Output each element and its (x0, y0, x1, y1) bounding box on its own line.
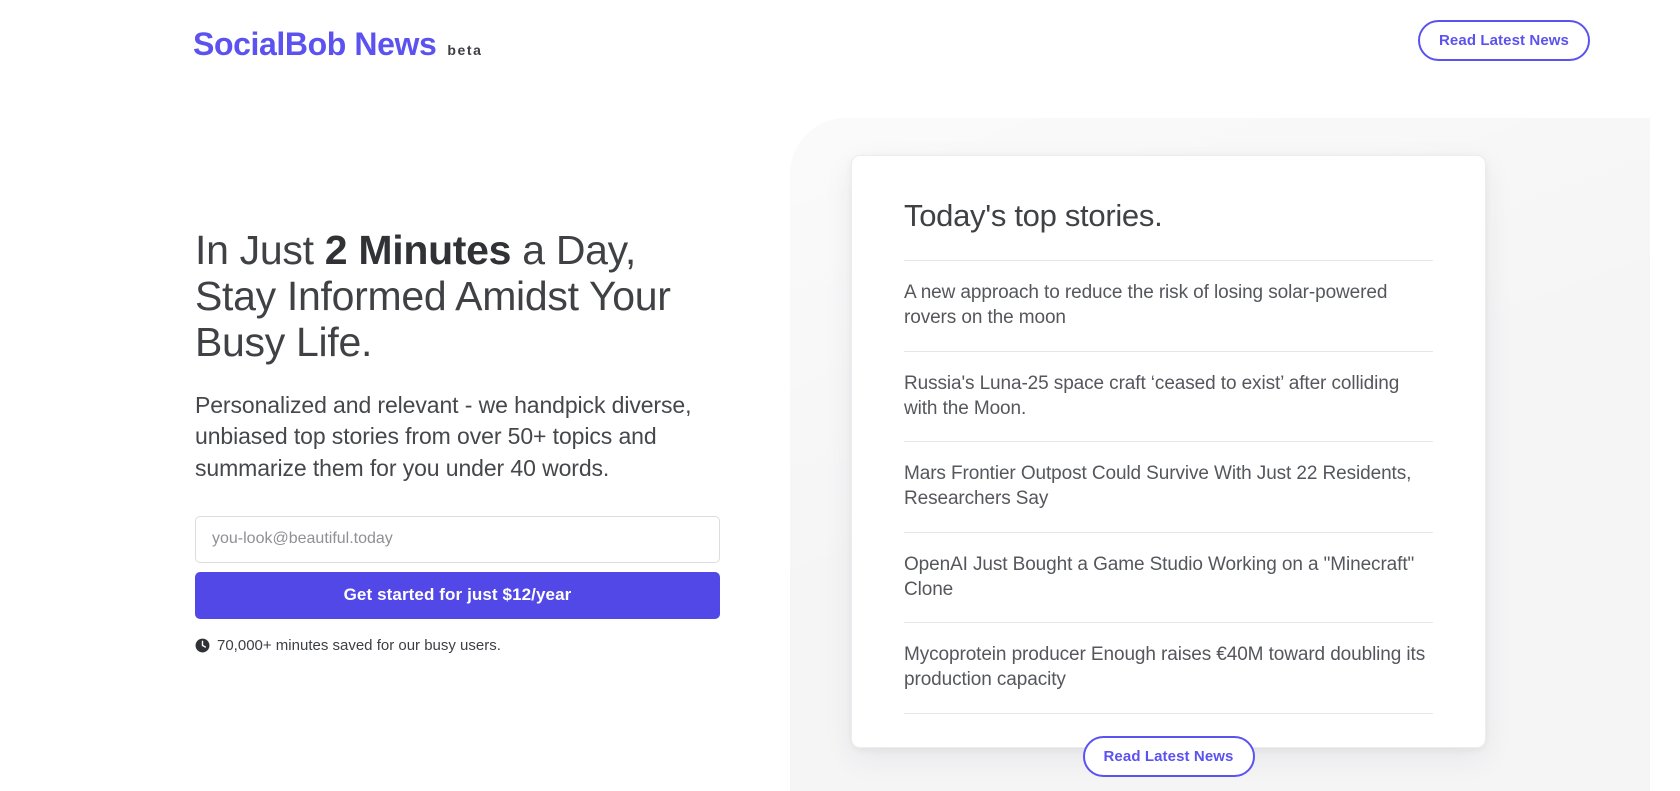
header-read-latest-news-button[interactable]: Read Latest News (1418, 20, 1590, 61)
brand-logo[interactable]: SocialBob News beta (193, 26, 483, 63)
hero-subtitle: Personalized and relevant - we handpick … (195, 391, 692, 482)
hero-section: In Just 2 Minutes a Day, Stay Informed A… (195, 227, 725, 654)
card-title: Today's top stories. (904, 198, 1433, 261)
email-field[interactable] (195, 515, 720, 563)
list-item[interactable]: Russia's Luna-25 space craft ‘ceased to … (904, 352, 1433, 443)
top-stories-card: Today's top stories. A new approach to r… (851, 155, 1486, 777)
brand-beta-badge: beta (447, 42, 483, 58)
page-header: SocialBob News beta Read Latest News (0, 0, 1680, 90)
clock-icon (195, 638, 210, 653)
card-footer: Read Latest News (904, 714, 1433, 777)
get-started-button[interactable]: Get started for just $12/year (195, 571, 720, 619)
page-title: In Just 2 Minutes a Day, Stay Informed A… (195, 227, 725, 366)
card-read-latest-news-button[interactable]: Read Latest News (1082, 735, 1255, 777)
brand-name: SocialBob News (193, 26, 437, 62)
list-item[interactable]: OpenAI Just Bought a Game Studio Working… (904, 533, 1433, 624)
hero-title-highlight: 2 Minutes (324, 227, 512, 273)
minutes-saved-text: 70,000+ minutes saved for our busy users… (217, 636, 501, 654)
list-item[interactable]: Mars Frontier Outpost Could Survive With… (904, 442, 1433, 533)
hero-title-part1: In Just (195, 227, 325, 273)
minutes-saved-note: 70,000+ minutes saved for our busy users… (195, 637, 725, 654)
list-item[interactable]: A new approach to reduce the risk of los… (904, 261, 1433, 352)
list-item[interactable]: Mycoprotein producer Enough raises €40M … (904, 623, 1433, 714)
